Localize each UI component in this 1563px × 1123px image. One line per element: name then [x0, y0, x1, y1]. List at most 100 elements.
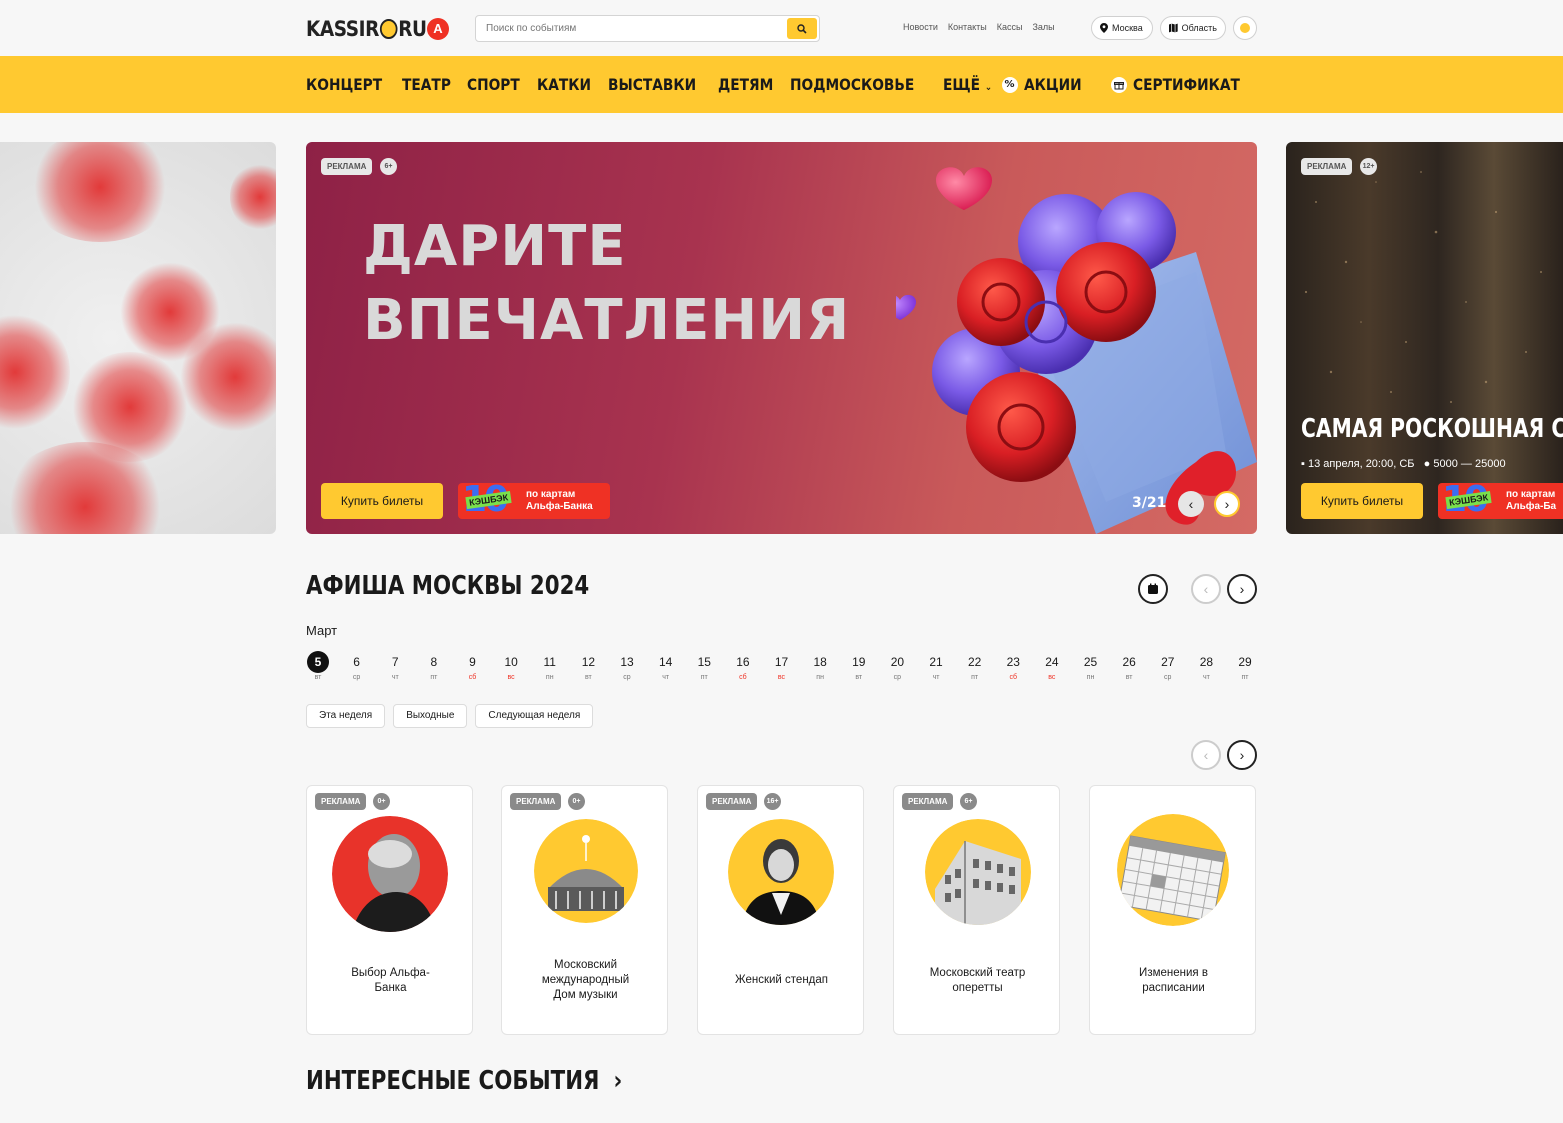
search-icon: [797, 23, 807, 34]
chip-this-week[interactable]: Эта неделя: [306, 704, 386, 728]
date-number: 19: [852, 655, 866, 669]
date-number: 29: [1238, 655, 1252, 669]
banner-next-button[interactable]: ›: [1214, 491, 1240, 517]
cards-next-button[interactable]: ›: [1227, 740, 1257, 770]
nav-concert[interactable]: КОНЦЕРТ: [306, 75, 382, 94]
buy-tickets-button[interactable]: Купить билеты: [1301, 483, 1423, 519]
city-selector[interactable]: Москва: [1091, 16, 1153, 40]
date-number: 18: [813, 655, 827, 669]
nav-certificate[interactable]: СЕРТИФИКАТ: [1110, 75, 1257, 94]
card-image: [1117, 814, 1229, 926]
date-number: 26: [1122, 655, 1136, 669]
ad-label: РЕКЛАМА: [321, 158, 373, 175]
date-7[interactable]: 7 чт: [383, 651, 407, 681]
date-6[interactable]: 6 ср: [345, 651, 369, 681]
date-15[interactable]: 15 пт: [692, 651, 716, 681]
chip-weekend[interactable]: Выходные: [393, 704, 468, 728]
nav-more[interactable]: ЕЩЁ ⌄: [943, 75, 992, 94]
date-25[interactable]: 25 пн: [1079, 651, 1103, 681]
search-input[interactable]: [476, 16, 776, 41]
nav-kids[interactable]: ДЕТЯМ: [718, 75, 773, 94]
card-schedule-changes[interactable]: Изменения в расписании: [1089, 785, 1256, 1035]
date-number: 14: [658, 655, 673, 669]
date-number: 12: [581, 655, 596, 669]
link-news[interactable]: Новости: [903, 22, 938, 32]
card-image: [728, 819, 834, 925]
nav-exhibitions[interactable]: ВЫСТАВКИ: [608, 75, 696, 94]
date-5[interactable]: 5 вт: [306, 651, 330, 681]
weekday-label: ср: [1164, 674, 1172, 681]
chevron-left-icon: ‹: [1188, 496, 1194, 512]
sparkle-background: [1304, 171, 1542, 403]
link-contacts[interactable]: Контакты: [948, 22, 987, 32]
date-29[interactable]: 29 пт: [1233, 651, 1257, 681]
card-operetta-theatre[interactable]: РЕКЛАМА 6+ Московский театр оперетты: [893, 785, 1060, 1035]
banner-previous[interactable]: [0, 142, 276, 534]
nav-theatre[interactable]: ТЕАТР: [402, 75, 451, 94]
cards-prev-button[interactable]: ‹: [1191, 740, 1221, 770]
date-27[interactable]: 27 ср: [1156, 651, 1180, 681]
kassir-logo[interactable]: KASSIR RU А: [306, 14, 449, 44]
afisha-next-button[interactable]: ›: [1227, 574, 1257, 604]
weekday-label: вс: [777, 674, 786, 681]
date-12[interactable]: 12 вт: [576, 651, 600, 681]
calendar-button[interactable]: [1138, 574, 1168, 604]
date-23[interactable]: 23 сб: [1001, 651, 1025, 681]
nav-podmoskovye[interactable]: ПОДМОСКОВЬЕ: [790, 75, 914, 94]
banner-main[interactable]: РЕКЛАМА 6+ ДАРИТЕ ВПЕЧАТЛЕНИЯ Купить бил…: [306, 142, 1257, 534]
date-21[interactable]: 21 чт: [924, 651, 948, 681]
card-mmdm[interactable]: РЕКЛАМА 0+ Московский международный Дом му…: [501, 785, 668, 1035]
age-rating: 6+: [380, 158, 397, 175]
region-selector[interactable]: Область: [1160, 16, 1226, 40]
card-alfa-choice[interactable]: РЕКЛАМА 0+ Выбор Альфа- Банка: [306, 785, 473, 1035]
date-14[interactable]: 14 чт: [654, 651, 678, 681]
date-28[interactable]: 28 чт: [1194, 651, 1218, 681]
chip-next-week[interactable]: Следующая неделя: [475, 704, 594, 728]
ruble-icon: ●: [1423, 458, 1431, 470]
date-10[interactable]: 10 вс: [499, 651, 523, 681]
user-avatar[interactable]: [1233, 16, 1257, 40]
date-18[interactable]: 18 пн: [808, 651, 832, 681]
weekday-label: пт: [700, 674, 708, 681]
banner-prev-button[interactable]: ‹: [1178, 491, 1204, 517]
nav-promotions[interactable]: % АКЦИИ: [1001, 75, 1091, 94]
weekday-label: чт: [1202, 674, 1210, 681]
date-22[interactable]: 22 пт: [963, 651, 987, 681]
age-rating: 12+: [1360, 158, 1377, 175]
card-women-standup[interactable]: РЕКЛАМА 16+ Женский стендап: [697, 785, 864, 1035]
date-26[interactable]: 26 вт: [1117, 651, 1141, 681]
date-filter-chips: Эта неделя Выходные Следующая неделя: [306, 704, 594, 728]
chevron-left-icon: ‹: [1203, 581, 1209, 597]
ad-label: РЕКЛАМА: [902, 793, 954, 810]
buy-tickets-button[interactable]: Купить билеты: [321, 483, 443, 519]
afisha-prev-button[interactable]: ‹: [1191, 574, 1221, 604]
search-button[interactable]: [787, 18, 817, 39]
date-17[interactable]: 17 вс: [770, 651, 794, 681]
age-rating: 0+: [568, 793, 585, 810]
weekday-label: чт: [932, 674, 940, 681]
date-11[interactable]: 11 пн: [538, 651, 562, 681]
link-halls[interactable]: Залы: [1032, 22, 1054, 32]
weekday-label: вт: [314, 674, 322, 681]
date-8[interactable]: 8 пт: [422, 651, 446, 681]
date-9[interactable]: 9 сб: [461, 651, 485, 681]
top-links: Новости Контакты Кассы Залы: [903, 22, 1055, 32]
date-24[interactable]: 24 вс: [1040, 651, 1064, 681]
search-box[interactable]: [475, 15, 820, 42]
date-number: 21: [929, 655, 943, 669]
cashback-badge[interactable]: 10 КЭШБЭК по картам Альфа-Банка: [458, 483, 610, 519]
banner-next[interactable]: РЕКЛАМА 12+ САМАЯ РОСКОШНАЯ СВА ▪ 13 апр…: [1286, 142, 1563, 534]
cashback-badge[interactable]: 10 КЭШБЭК по картам Альфа-Бa: [1438, 483, 1563, 519]
chevron-right-icon: ›: [1239, 747, 1245, 763]
interesting-events-title[interactable]: ИНТЕРЕСНЫЕ СОБЫТИЯ ›: [306, 1066, 622, 1096]
date-13[interactable]: 13 ср: [615, 651, 639, 681]
date-16[interactable]: 16 сб: [731, 651, 755, 681]
link-box-offices[interactable]: Кассы: [997, 22, 1023, 32]
weekday-label: пн: [545, 674, 554, 681]
nav-sport[interactable]: СПОРТ: [467, 75, 520, 94]
date-19[interactable]: 19 вт: [847, 651, 871, 681]
nav-rinks[interactable]: КАТКИ: [537, 75, 591, 94]
calendar-icon: ▪: [1301, 458, 1305, 470]
date-20[interactable]: 20 ср: [885, 651, 909, 681]
weekday-label: вт: [1125, 674, 1133, 681]
